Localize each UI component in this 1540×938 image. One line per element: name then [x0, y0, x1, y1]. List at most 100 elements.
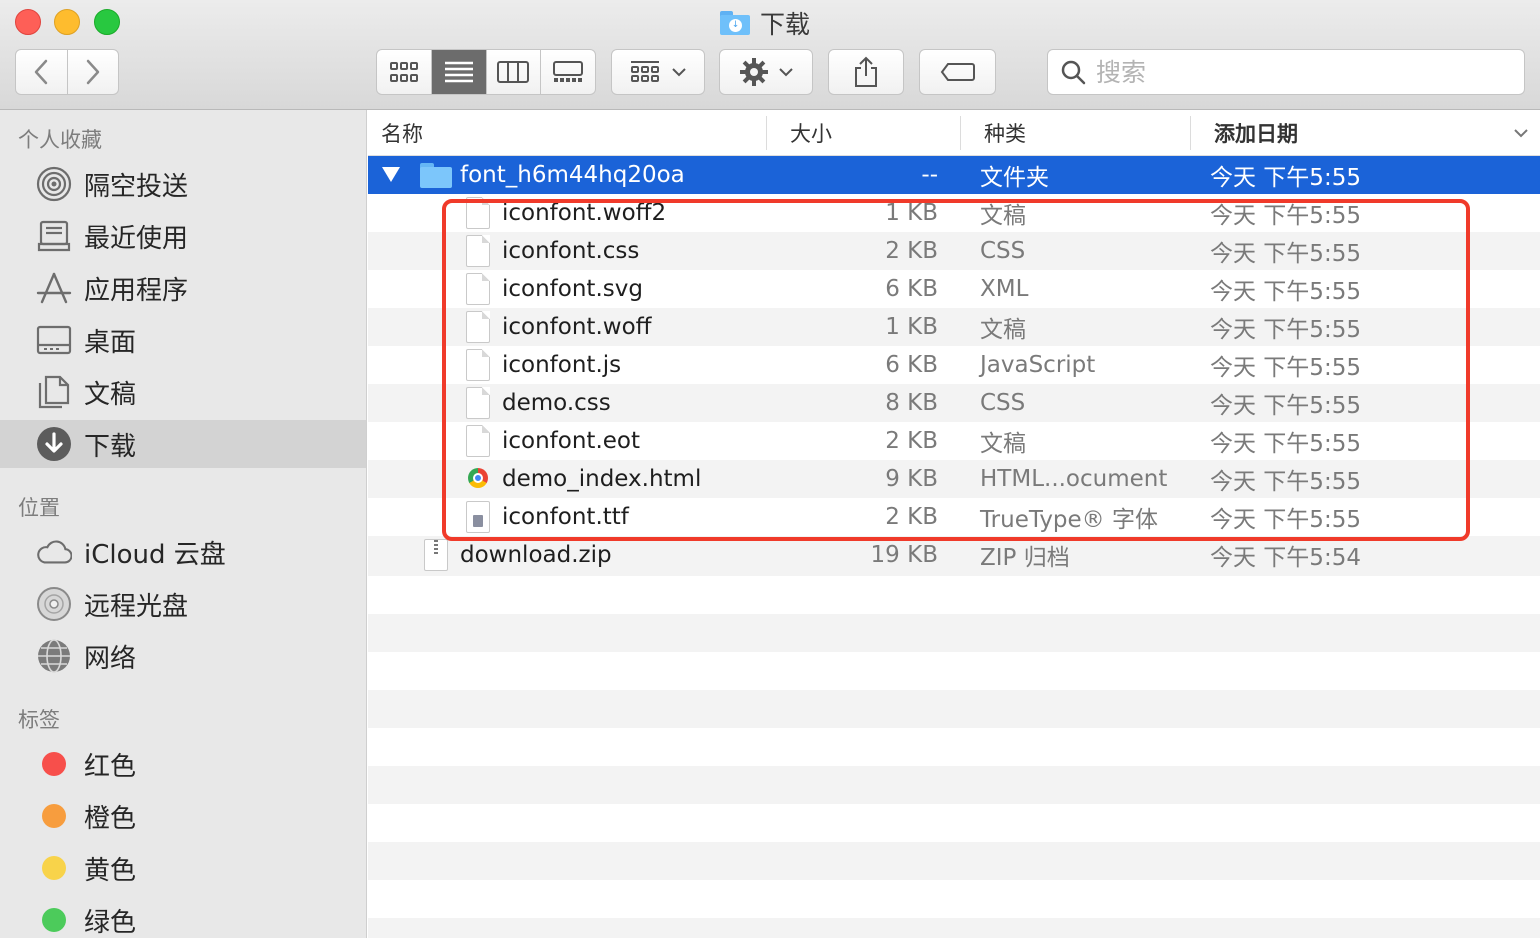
document-icon: [466, 349, 490, 381]
file-name: iconfont.woff2: [502, 200, 667, 226]
sidebar-item-label: 最近使用: [84, 223, 189, 254]
file-kind: ZIP 归档: [980, 545, 1070, 571]
sidebar-item-applications[interactable]: 应用程序: [0, 264, 366, 312]
share-icon: [855, 56, 877, 87]
minimize-window-button[interactable]: [54, 9, 80, 35]
file-row[interactable]: iconfont.eot 2 KB 文稿 今天 下午5:55: [368, 422, 1540, 460]
file-name: iconfont.svg: [502, 276, 643, 302]
sidebar-item-documents[interactable]: 文稿: [0, 368, 366, 416]
sidebar-item-desktop[interactable]: 桌面: [0, 316, 366, 364]
airdrop-icon: [36, 166, 72, 202]
sidebar-item-icloud[interactable]: iCloud 云盘: [0, 528, 366, 576]
action-menu-button[interactable]: [719, 49, 813, 95]
empty-row: [368, 842, 1540, 880]
sidebar-item-network[interactable]: 网络: [0, 632, 366, 680]
file-row[interactable]: download.zip 19 KB ZIP 归档 今天 下午5:54: [368, 536, 1540, 576]
sidebar-tag-orange[interactable]: 橙色: [0, 792, 366, 840]
window-title: ↓ 下载: [720, 6, 810, 40]
empty-row: [368, 614, 1540, 652]
file-row-folder[interactable]: font_h6m44hq20oa -- 文件夹 今天 下午5:55: [368, 156, 1540, 194]
sidebar-item-downloads[interactable]: 下载: [0, 420, 366, 468]
column-divider[interactable]: [1190, 116, 1191, 150]
desktop-icon: [36, 322, 72, 358]
file-row[interactable]: iconfont.woff2 1 KB 文稿 今天 下午5:55: [368, 194, 1540, 232]
sort-chevron-down-icon[interactable]: [1513, 122, 1529, 144]
network-icon: [36, 638, 72, 674]
file-row[interactable]: demo.css 8 KB CSS 今天 下午5:55: [368, 384, 1540, 422]
column-divider[interactable]: [960, 116, 961, 150]
file-size: 1 KB: [885, 314, 938, 340]
document-icon: [466, 425, 490, 457]
empty-row: [368, 576, 1540, 614]
file-name: font_h6m44hq20oa: [460, 162, 685, 188]
sidebar-item-remote-disc[interactable]: 远程光盘: [0, 580, 366, 628]
sidebar-item-label: 网络: [84, 643, 137, 674]
downloads-icon: [36, 426, 72, 462]
sidebar-tag-green[interactable]: 绿色: [0, 896, 366, 938]
column-header-kind[interactable]: 种类: [984, 110, 1026, 156]
sidebar-tag-yellow[interactable]: 黄色: [0, 844, 366, 892]
empty-row: [368, 652, 1540, 690]
arrange-button[interactable]: [611, 49, 705, 95]
column-view-button[interactable]: [485, 50, 541, 94]
share-button[interactable]: [828, 49, 904, 95]
document-icon: [466, 235, 490, 267]
file-date: 今天 下午5:55: [1210, 165, 1361, 191]
file-size: 2 KB: [885, 504, 938, 530]
search-input[interactable]: [1096, 57, 1496, 87]
empty-row: [368, 880, 1540, 918]
column-header-date-added[interactable]: 添加日期: [1214, 110, 1298, 156]
empty-row: [368, 728, 1540, 766]
file-kind: 文稿: [980, 317, 1026, 343]
zoom-window-button[interactable]: [94, 9, 120, 35]
arrange-grid-icon: [631, 61, 659, 82]
column-divider[interactable]: [766, 116, 767, 150]
close-window-button[interactable]: [15, 9, 41, 35]
file-date: 今天 下午5:55: [1210, 393, 1361, 419]
file-date: 今天 下午5:55: [1210, 317, 1361, 343]
search-field[interactable]: [1047, 49, 1525, 95]
file-row[interactable]: iconfont.css 2 KB CSS 今天 下午5:55: [368, 232, 1540, 270]
document-icon: [466, 311, 490, 343]
sidebar-tag-red[interactable]: 红色: [0, 740, 366, 788]
sidebar-item-airdrop[interactable]: 隔空投送: [0, 160, 366, 208]
icon-view-button[interactable]: [377, 50, 431, 94]
file-rows: font_h6m44hq20oa -- 文件夹 今天 下午5:55 iconfo…: [368, 156, 1540, 938]
file-row[interactable]: iconfont.svg 6 KB XML 今天 下午5:55: [368, 270, 1540, 308]
file-size: 6 KB: [885, 276, 938, 302]
chevron-down-icon: [672, 68, 686, 77]
zip-archive-icon: [424, 539, 448, 571]
gallery-view-button[interactable]: [540, 50, 595, 94]
sidebar-item-label: 红色: [84, 751, 137, 782]
file-kind: CSS: [980, 390, 1026, 416]
file-row[interactable]: iconfont.woff 1 KB 文稿 今天 下午5:55: [368, 308, 1540, 346]
file-row[interactable]: demo_index.html 9 KB HTML...ocument 今天 下…: [368, 460, 1540, 498]
list-view-button[interactable]: [430, 50, 486, 94]
recents-icon: [36, 218, 72, 254]
column-header-size[interactable]: 大小: [790, 110, 832, 156]
column-header-name[interactable]: 名称: [381, 110, 423, 156]
empty-row: [368, 804, 1540, 842]
icloud-icon: [36, 534, 72, 570]
file-row[interactable]: iconfont.ttf 2 KB TrueType® 字体 今天 下午5:55: [368, 498, 1540, 536]
empty-row: [368, 766, 1540, 804]
file-date: 今天 下午5:55: [1210, 469, 1361, 495]
file-name: iconfont.ttf: [502, 504, 629, 530]
disclosure-triangle-icon[interactable]: [382, 167, 400, 182]
file-size: 2 KB: [885, 238, 938, 264]
back-forward-group: [15, 49, 119, 95]
document-icon: [466, 387, 490, 419]
list-view-icon: [444, 61, 473, 83]
chevron-left-icon: [35, 59, 48, 85]
sidebar-item-label: 应用程序: [84, 275, 189, 306]
sidebar-item-recents[interactable]: 最近使用: [0, 212, 366, 260]
forward-button[interactable]: [66, 50, 119, 94]
file-name: iconfont.woff: [502, 314, 652, 340]
file-row[interactable]: iconfont.js 6 KB JavaScript 今天 下午5:55: [368, 346, 1540, 384]
back-button[interactable]: [16, 50, 67, 94]
file-kind: CSS: [980, 238, 1026, 264]
file-size: 19 KB: [870, 542, 938, 568]
sidebar-item-label: 隔空投送: [84, 171, 189, 202]
tag-button[interactable]: [919, 49, 996, 95]
file-name: iconfont.css: [502, 238, 640, 264]
